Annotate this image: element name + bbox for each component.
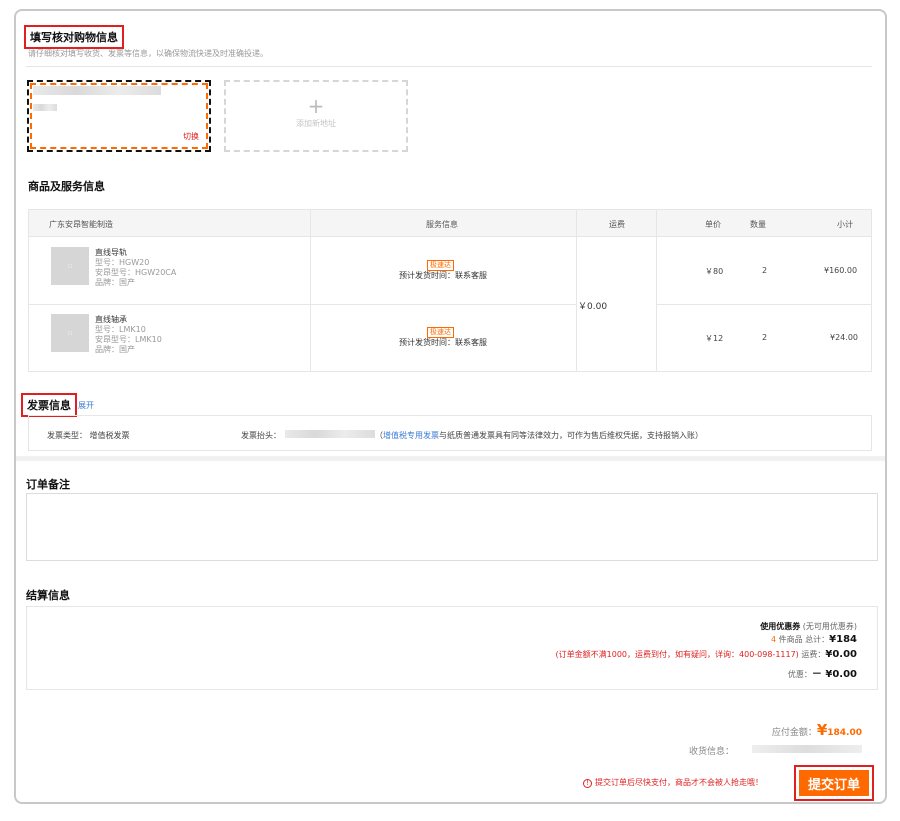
product-anang-model: 安昂型号：HGW20CA (95, 268, 177, 277)
submit-highlight: 提交订单 (794, 765, 874, 801)
freight-value: ￥0.00 (578, 302, 608, 312)
product-brand: 品牌：国产 (95, 278, 135, 287)
warning-icon: ! (583, 779, 592, 788)
product-image[interactable]: ▫ (51, 247, 89, 285)
col-shop: 广东安昂智能制造 (49, 220, 113, 229)
unit-price: ￥12 (705, 334, 724, 343)
product-model: 型号：HGW20 (95, 258, 150, 267)
table-header: 广东安昂智能制造 服务信息 运费 单价 数量 小计 (29, 210, 871, 237)
selected-address-card[interactable]: 切换 (27, 80, 211, 152)
invoice-header-blurred (285, 430, 375, 438)
invoice-type: 发票类型： 增值税发票 (47, 431, 130, 440)
settlement-section-title: 结算信息 (26, 589, 70, 602)
quantity: 2 (762, 333, 768, 342)
freight-line: (订单金额不满1000，运费到付，如有疑问，详询：400-098-1117) 运… (555, 649, 857, 660)
col-service: 服务信息 (426, 220, 458, 229)
receiver-info-label: 收货信息： (689, 747, 735, 757)
total-line: 4 件商品 总计：¥184 (770, 634, 857, 645)
address-name-blurred (33, 86, 161, 95)
add-address-label: 添加新地址 (296, 119, 336, 128)
product-name[interactable]: 直线轴承 (95, 314, 127, 325)
ship-time: 预计发货时间：联系客服 (399, 271, 487, 280)
col-qty: 数量 (750, 220, 766, 229)
switch-address-link[interactable]: 切换 (183, 131, 199, 142)
ship-time: 预计发货时间：联系客服 (399, 338, 487, 347)
coupon-line[interactable]: 使用优惠券 (无可用优惠券) (760, 621, 857, 632)
subtotal: ¥160.00 (824, 266, 858, 275)
invoice-expand-link[interactable]: 展开 (78, 400, 94, 411)
product-brand: 品牌：国产 (95, 345, 135, 354)
col-unit-price: 单价 (705, 220, 721, 229)
subtotal: ¥24.00 (830, 333, 858, 342)
settlement-box: 使用优惠券 (无可用优惠券) 4 件商品 总计：¥184 (订单金额不满1000… (26, 606, 878, 690)
page-subtitle: 请仔细核对填写收货、发票等信息，以确保物流快递及时准确投递。 (28, 49, 268, 58)
remark-section-title: 订单备注 (26, 478, 70, 491)
product-image[interactable]: ▫ (51, 314, 89, 352)
plus-icon: + (307, 94, 325, 118)
col-subtotal: 小计 (837, 220, 853, 229)
invoice-box: 发票类型： 增值税发票 发票抬头： （增值税专用发票与纸质普通发票具有同等法律效… (28, 415, 872, 451)
product-table: 广东安昂智能制造 服务信息 运费 单价 数量 小计 ▫ 直线导轨 型号：HGW2… (28, 209, 872, 372)
product-name[interactable]: 直线导轨 (95, 247, 127, 258)
vat-invoice-link[interactable]: 增值税专用发票 (383, 431, 439, 440)
submit-order-button[interactable]: 提交订单 (799, 770, 869, 796)
product-model: 型号：LMK10 (95, 325, 146, 334)
invoice-section-title: 发票信息 (21, 393, 77, 417)
unit-price: ￥80 (705, 267, 724, 276)
receiver-info-blurred (752, 745, 862, 753)
address-detail-blurred (33, 104, 57, 111)
product-anang-model: 安昂型号：LMK10 (95, 335, 162, 344)
payment-warning: ! 提交订单后尽快支付，商品才不会被人抢走哦！ (583, 777, 763, 788)
page-title: 填写核对购物信息 (24, 25, 124, 49)
order-remark-textarea[interactable] (26, 493, 878, 561)
quantity: 2 (762, 266, 768, 275)
section-separator (16, 456, 885, 461)
discount-line: 优惠：－ ¥0.00 (787, 669, 857, 680)
col-freight: 运费 (609, 220, 625, 229)
divider (26, 66, 872, 67)
invoice-desc: （增值税专用发票与纸质普通发票具有同等法律效力，可作为售后维权凭据，支持报销入账… (375, 431, 703, 440)
payable-amount: 应付金额：¥184.00 (771, 721, 862, 739)
products-section-title: 商品及服务信息 (28, 180, 105, 193)
invoice-header-label: 发票抬头： (241, 431, 281, 440)
add-address-card[interactable]: + 添加新地址 (224, 80, 408, 152)
